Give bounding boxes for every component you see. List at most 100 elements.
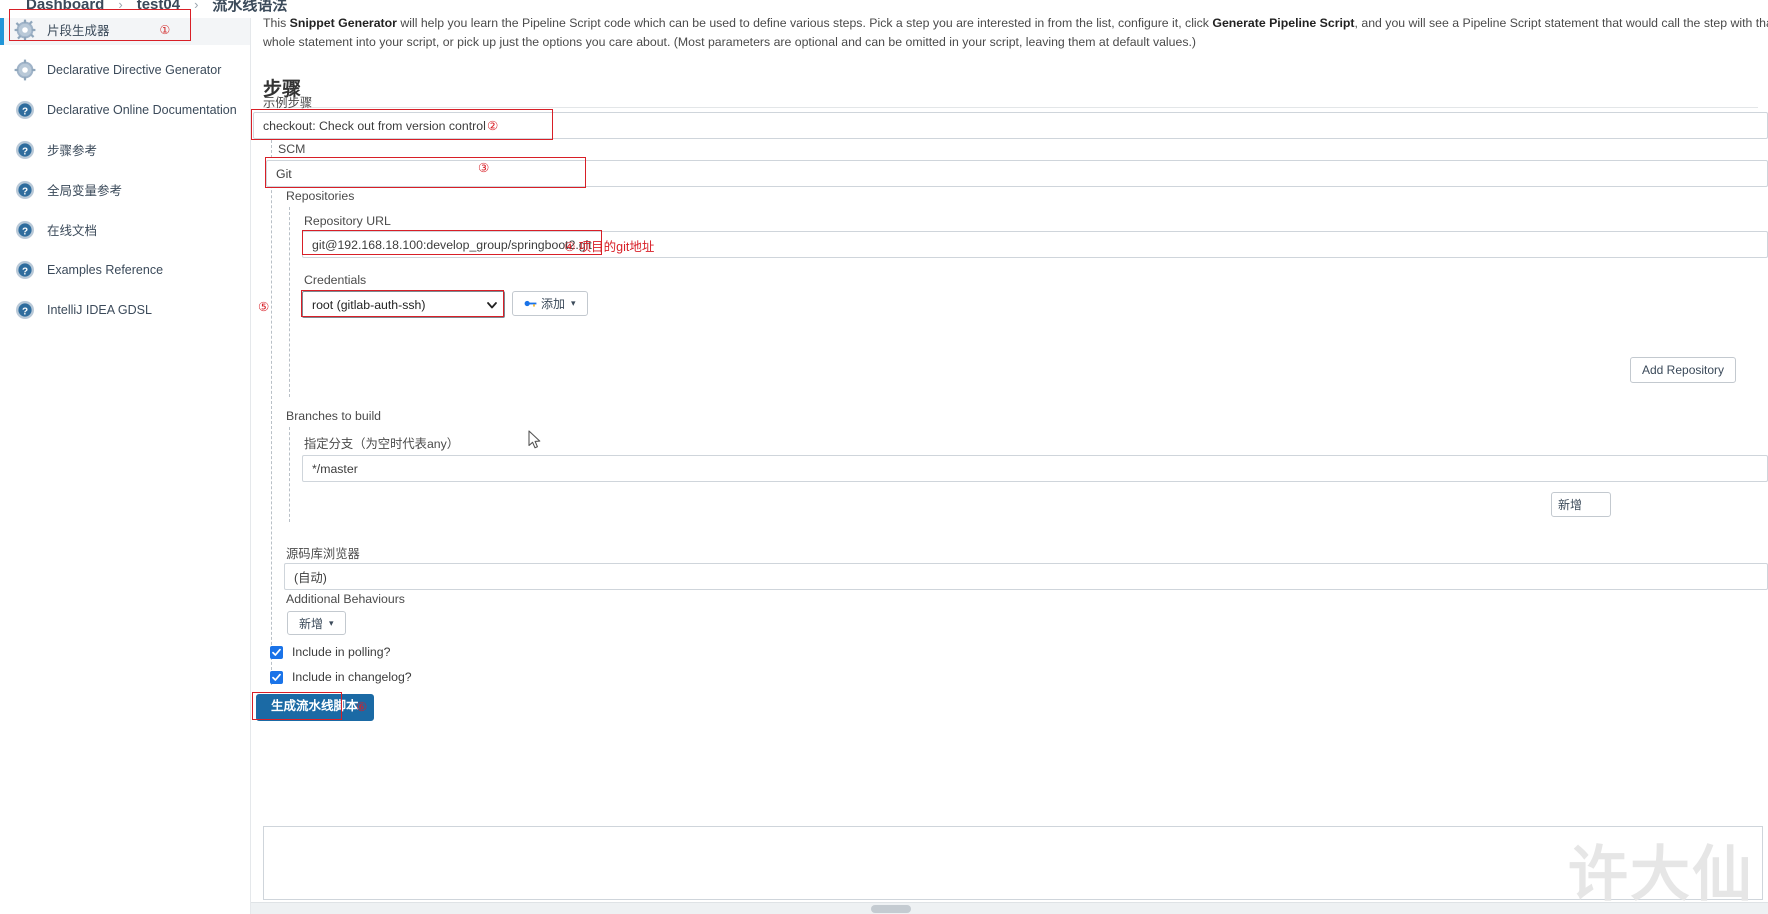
sidebar-item-label: 片段生成器 — [47, 24, 110, 38]
credentials-label: Credentials — [304, 273, 367, 287]
intro-text-e: , and you will see a Pipeline Script sta… — [1354, 16, 1768, 30]
sidebar-item-examples-reference[interactable]: ? Examples Reference — [0, 254, 250, 285]
branches-group-guide — [289, 427, 290, 522]
generated-script-output[interactable]: 许大仙 — [263, 826, 1763, 905]
add-repository-button[interactable]: Add Repository — [1630, 357, 1737, 383]
annotation-number-3: ③ — [478, 161, 490, 175]
help-icon: ? — [14, 299, 36, 321]
repositories-label: Repositories — [286, 189, 355, 203]
branch-add-button[interactable]: 新增 — [1551, 492, 1611, 517]
svg-text:?: ? — [22, 146, 28, 157]
include-in-polling-label: Include in polling? — [292, 645, 391, 659]
breadcrumb-separator: › — [118, 0, 123, 12]
sidebar-item-label: 在线文档 — [47, 224, 98, 238]
additional-behaviours-label: Additional Behaviours — [286, 592, 405, 606]
annotation-number-2: ② — [487, 119, 499, 133]
breadcrumb-item-test04[interactable]: test04 — [137, 0, 180, 13]
scm-value: Git — [276, 166, 292, 181]
checkbox-checked-icon[interactable] — [270, 645, 283, 659]
additional-behaviours-add-button[interactable]: 新增 ▾ — [287, 611, 346, 635]
help-icon: ? — [14, 219, 36, 241]
svg-text:?: ? — [22, 186, 28, 197]
scrollbar-thumb[interactable] — [871, 905, 911, 913]
scm-select[interactable]: Git — [266, 160, 1768, 187]
intro-bold-snippet-generator: Snippet Generator — [289, 16, 397, 30]
repository-url-label: Repository URL — [304, 214, 391, 228]
svg-text:?: ? — [22, 226, 28, 237]
scm-group-guide — [271, 140, 272, 685]
caret-down-icon: ▾ — [571, 298, 576, 308]
branch-specifier-label: 指定分支（为空时代表any） — [304, 437, 460, 451]
sidebar-item-label: 全局变量参考 — [47, 184, 123, 198]
sidebar-item-snippet-generator[interactable]: 片段生成器 ① — [0, 14, 250, 45]
sidebar-item-intellij-idea-gdsl[interactable]: ? IntelliJ IDEA GDSL — [0, 294, 250, 325]
gear-icon — [14, 19, 36, 41]
help-icon: ? — [14, 99, 36, 121]
repository-group-guide — [289, 207, 290, 397]
generate-pipeline-script-label: 生成流水线脚本 — [271, 699, 359, 713]
repository-browser-label: 源码库浏览器 — [286, 547, 360, 561]
sidebar-item-online-documentation[interactable]: ? 在线文档 — [0, 214, 250, 245]
repository-browser-value: (自动) — [294, 570, 327, 585]
horizontal-scrollbar[interactable] — [251, 902, 1768, 914]
caret-down-icon: ▾ — [329, 617, 334, 628]
sidebar-item-label: Examples Reference — [47, 262, 164, 277]
watermark-text: 许大仙 — [1568, 841, 1754, 908]
sidebar-item-declarative-online-documentation[interactable]: ? Declarative Online Documentation — [0, 94, 250, 125]
annotation-number-4: ④ 项目的git地址 — [564, 240, 655, 254]
sidebar-item-global-variable-reference[interactable]: ? 全局变量参考 — [0, 174, 250, 205]
sample-step-value: checkout: Check out from version control — [263, 118, 486, 133]
branch-add-label: 新增 — [1558, 498, 1583, 512]
mouse-cursor-icon — [528, 430, 542, 453]
credentials-select[interactable]: root (gitlab-auth-ssh) — [302, 291, 505, 318]
include-in-polling-row[interactable]: Include in polling? — [270, 645, 390, 659]
repository-browser-select[interactable]: (自动) — [284, 563, 1768, 590]
credentials-add-button[interactable]: 添加 ▾ — [512, 291, 588, 316]
credentials-add-label: 添加 — [541, 297, 566, 311]
sidebar-item-label: Declarative Online Documentation — [47, 102, 237, 117]
repository-url-input[interactable]: git@192.168.18.100:develop_group/springb… — [302, 231, 1768, 258]
scm-label: SCM — [278, 142, 306, 156]
help-icon: ? — [14, 139, 36, 161]
sidebar-item-step-reference[interactable]: ? 步骤参考 — [0, 134, 250, 165]
main-content: This Snippet Generator will help you lea… — [251, 0, 1768, 914]
annotation-number-5: ⑤ — [258, 300, 270, 314]
svg-text:?: ? — [22, 106, 28, 117]
annotation-number-6: ⑥ — [356, 700, 368, 714]
sidebar-item-label: Declarative Directive Generator — [47, 62, 222, 77]
breadcrumb: Dashboard › test04 › 流水线语法 — [0, 0, 1768, 18]
add-repository-label: Add Repository — [1642, 363, 1725, 377]
svg-text:?: ? — [22, 266, 28, 277]
sidebar: 片段生成器 ① Declarative Directive Generator — [0, 0, 251, 914]
breadcrumb-separator: › — [194, 0, 199, 12]
intro-text-line2: whole statement into your script, or pic… — [263, 35, 1197, 49]
breadcrumb-item-dashboard[interactable]: Dashboard — [26, 0, 104, 13]
sidebar-item-label: IntelliJ IDEA GDSL — [47, 302, 152, 317]
app-root: Dashboard › test04 › 流水线语法 片段生成器 ① Decla… — [0, 0, 1768, 914]
branch-specifier-input[interactable]: */master — [302, 455, 1768, 482]
sidebar-item-declarative-directive-generator[interactable]: Declarative Directive Generator — [0, 54, 250, 85]
intro-text-a: This — [263, 16, 290, 30]
annotation-number-1: ① — [159, 22, 171, 37]
branch-specifier-value: */master — [312, 461, 358, 476]
additional-behaviours-add-label: 新增 — [299, 616, 324, 631]
sample-step-select[interactable]: checkout: Check out from version control — [253, 112, 1768, 139]
breadcrumb-item-pipeline-syntax[interactable]: 流水线语法 — [212, 0, 287, 15]
checkbox-checked-icon[interactable] — [270, 670, 283, 684]
include-in-changelog-label: Include in changelog? — [292, 670, 412, 684]
page-section-title: 步骤 — [263, 74, 1758, 108]
svg-text:?: ? — [22, 306, 28, 317]
include-in-changelog-row[interactable]: Include in changelog? — [270, 670, 412, 684]
repository-url-value: git@192.168.18.100:develop_group/springb… — [312, 237, 592, 252]
gear-icon — [14, 59, 36, 81]
chevron-down-icon — [485, 298, 499, 312]
help-icon: ? — [14, 259, 36, 281]
credentials-value: root (gitlab-auth-ssh) — [312, 297, 426, 312]
sample-step-label: 示例步骤 — [263, 96, 313, 110]
help-icon: ? — [14, 179, 36, 201]
branches-to-build-label: Branches to build — [286, 409, 382, 423]
key-icon — [524, 298, 537, 309]
sidebar-item-label: 步骤参考 — [47, 144, 98, 158]
intro-bold-generate-pipeline-script: Generate Pipeline Script — [1212, 16, 1355, 30]
intro-text-c: will help you learn the Pipeline Script … — [396, 16, 1213, 30]
